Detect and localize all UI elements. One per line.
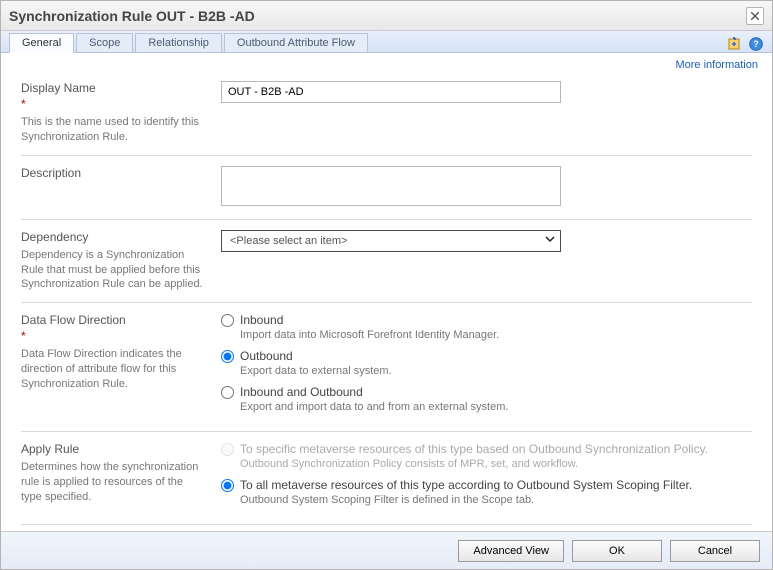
data-flow-radio-label-outbound: Outbound (240, 349, 392, 363)
add-button[interactable] (726, 36, 742, 52)
display-name-desc: This is the name used to identify this S… (21, 115, 205, 145)
apply-rule-radio-desc-policy: Outbound Synchronization Policy consists… (240, 458, 708, 470)
plus-icon (727, 37, 741, 51)
svg-text:?: ? (753, 39, 759, 49)
display-name-label: Display Name (21, 81, 205, 95)
dependency-label: Dependency (21, 230, 205, 244)
apply-rule-label: Apply Rule (21, 442, 205, 456)
description-textarea[interactable] (221, 166, 561, 206)
data-flow-radio-desc-outbound: Export data to external system. (240, 365, 392, 377)
data-flow-radio-both[interactable] (221, 386, 234, 399)
data-flow-desc: Data Flow Direction indicates the direct… (21, 347, 205, 392)
display-name-input[interactable] (221, 81, 561, 103)
data-flow-radio-label-inbound: Inbound (240, 313, 499, 327)
apply-rule-radio-policy (221, 443, 234, 456)
data-flow-radio-label-both: Inbound and Outbound (240, 385, 508, 399)
help-icon: ? (749, 37, 763, 51)
tab-relationship[interactable]: Relationship (135, 33, 222, 52)
apply-rule-desc: Determines how the synchronization rule … (21, 460, 205, 505)
apply-rule-radio-label-scoping: To all metaverse resources of this type … (240, 478, 692, 492)
data-flow-radio-outbound[interactable] (221, 350, 234, 363)
more-information-link[interactable]: More information (675, 59, 758, 71)
required-star: * (21, 97, 205, 111)
data-flow-radio-desc-both: Export and import data to and from an ex… (240, 401, 508, 413)
cancel-button[interactable]: Cancel (670, 540, 760, 562)
dependency-selected-text: <Please select an item> (230, 235, 347, 247)
data-flow-radio-inbound[interactable] (221, 314, 234, 327)
advanced-view-button[interactable]: Advanced View (458, 540, 564, 562)
tab-scope[interactable]: Scope (76, 33, 133, 52)
close-button[interactable] (746, 7, 764, 25)
close-icon (751, 12, 759, 20)
required-star: * (21, 329, 205, 343)
dependency-select[interactable]: <Please select an item> (221, 230, 561, 252)
tab-outbound-attribute-flow[interactable]: Outbound Attribute Flow (224, 33, 368, 52)
window-title: Synchronization Rule OUT - B2B -AD (9, 8, 746, 24)
ok-button[interactable]: OK (572, 540, 662, 562)
apply-rule-radio-label-policy: To specific metaverse resources of this … (240, 442, 708, 456)
apply-rule-radio-desc-scoping: Outbound System Scoping Filter is define… (240, 494, 692, 506)
chevron-down-icon (544, 233, 556, 248)
apply-rule-radio-scoping[interactable] (221, 479, 234, 492)
tab-general[interactable]: General (9, 33, 74, 53)
help-button[interactable]: ? (748, 36, 764, 52)
data-flow-label: Data Flow Direction (21, 313, 205, 327)
dependency-desc: Dependency is a Synchronization Rule tha… (21, 248, 205, 293)
data-flow-radio-desc-inbound: Import data into Microsoft Forefront Ide… (240, 329, 499, 341)
description-label: Description (21, 166, 205, 180)
